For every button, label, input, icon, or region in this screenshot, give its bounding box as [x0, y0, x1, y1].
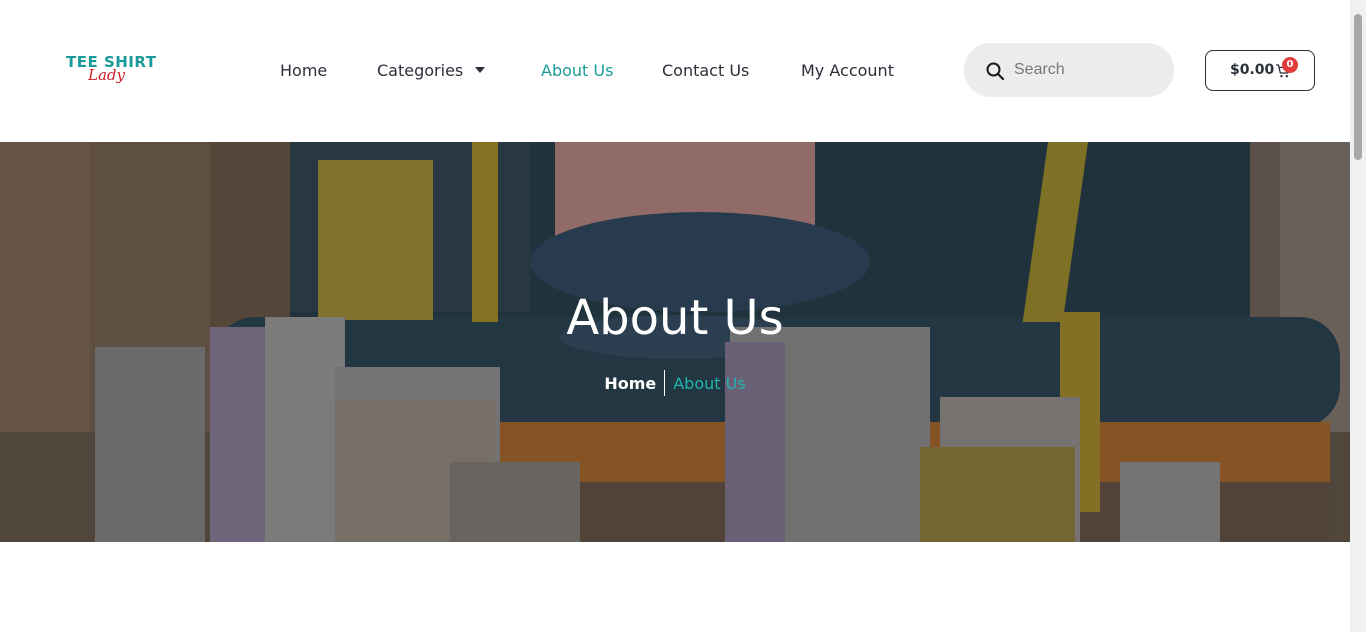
nav-my-account[interactable]: My Account	[801, 57, 894, 83]
nav-contact-us[interactable]: Contact Us	[662, 57, 749, 83]
page-hero-banner: About Us Home About Us	[0, 142, 1350, 542]
breadcrumb-home-link[interactable]: Home	[604, 374, 664, 393]
search-box	[964, 43, 1174, 97]
site-header: TEE SHIRT Lady Home Categories About Us …	[0, 0, 1350, 142]
nav-categories-label: Categories	[377, 60, 464, 80]
cart-button[interactable]: $0.00 0	[1205, 50, 1315, 91]
breadcrumb: Home About Us	[0, 370, 1350, 396]
nav-about-us[interactable]: About Us	[541, 57, 613, 83]
logo-text-bottom: Lady	[88, 66, 125, 84]
page-scrollbar[interactable]	[1350, 0, 1366, 632]
page-title: About Us	[566, 290, 784, 346]
search-input[interactable]	[1014, 55, 1159, 85]
breadcrumb-current: About Us	[673, 373, 746, 393]
search-icon[interactable]	[985, 61, 1005, 81]
cart-count-badge: 0	[1282, 57, 1298, 73]
caret-down-icon	[475, 67, 486, 73]
nav-categories[interactable]: Categories	[377, 57, 486, 83]
site-logo[interactable]: TEE SHIRT Lady	[64, 50, 156, 90]
nav-home[interactable]: Home	[280, 57, 327, 83]
scrollbar-thumb[interactable]	[1354, 14, 1362, 160]
cart-total: $0.00	[1230, 62, 1275, 78]
